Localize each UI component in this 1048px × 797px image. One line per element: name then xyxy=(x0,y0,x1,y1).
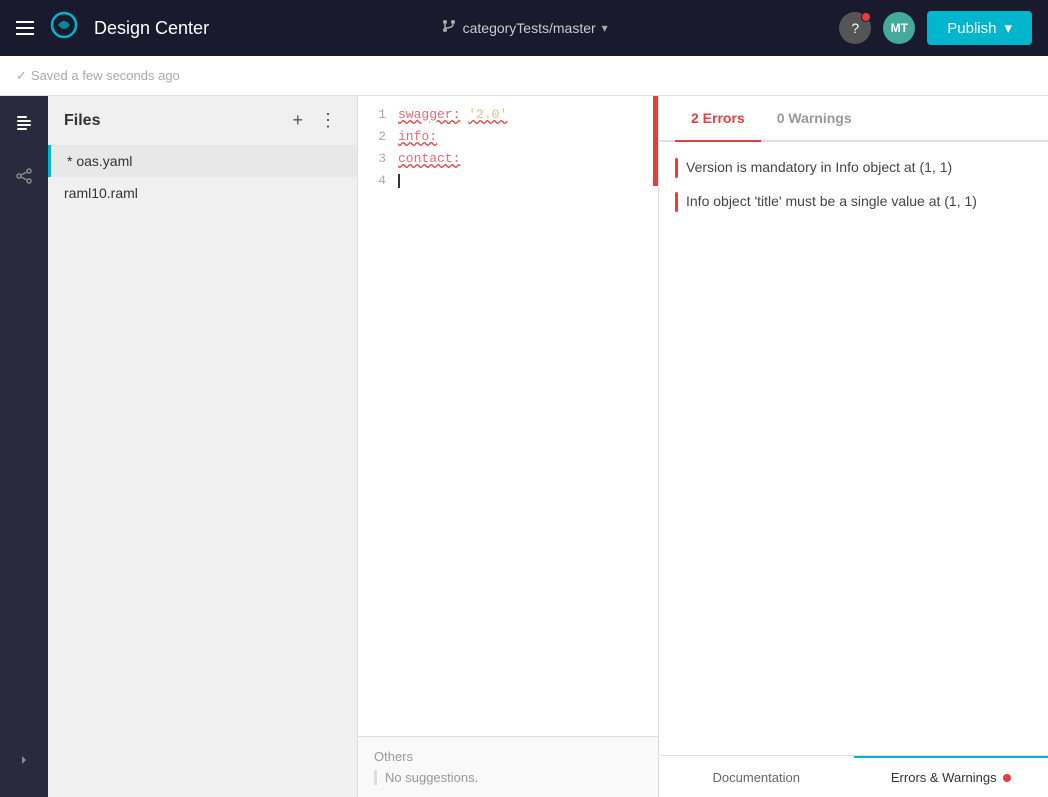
notification-dot xyxy=(861,12,871,22)
no-suggestions-text: No suggestions. xyxy=(374,770,642,785)
line-content-3: contact: xyxy=(398,148,658,170)
error-text-2: Info object 'title' must be a single val… xyxy=(686,192,977,212)
bottom-tabs: Documentation Errors & Warnings xyxy=(659,755,1048,797)
line-content-1: swagger: '2.0' xyxy=(398,104,658,126)
files-title: Files xyxy=(64,112,100,130)
suggestions-panel: Others No suggestions. xyxy=(358,736,658,797)
navbar-right: ? MT Publish ▾ xyxy=(839,11,1032,45)
error-bar-left-2 xyxy=(675,192,678,212)
code-value-swagger: '2.0' xyxy=(468,107,507,122)
file-item-oas[interactable]: * oas.yaml xyxy=(48,145,357,177)
branch-chevron-icon: ▾ xyxy=(602,21,608,35)
error-item-2: Info object 'title' must be a single val… xyxy=(675,192,1032,212)
app-title: Design Center xyxy=(94,18,209,39)
navbar: Design Center categoryTests/master ▾ ? M… xyxy=(0,0,1048,56)
right-panel-content: Version is mandatory in Info object at (… xyxy=(659,142,1048,755)
code-editor[interactable]: 1 swagger: '2.0' 2 info: 3 conta xyxy=(358,96,658,736)
bottom-tab-errors-warnings[interactable]: Errors & Warnings xyxy=(854,756,1048,797)
line-number-2: 2 xyxy=(358,126,398,148)
right-panel-tabs: 2 Errors 0 Warnings xyxy=(659,96,1048,142)
more-options-button[interactable]: ⋮ xyxy=(315,108,341,133)
sidebar-icon-files[interactable] xyxy=(8,108,40,140)
code-key-info: info: xyxy=(398,129,437,144)
errors-dot xyxy=(1003,774,1011,782)
file-panel: Files + ⋮ * oas.yaml raml10.raml xyxy=(48,96,358,797)
sidebar-icon-collapse[interactable] xyxy=(16,752,32,773)
menu-icon[interactable] xyxy=(16,21,34,35)
check-icon: ✓ xyxy=(16,68,27,84)
line-content-4 xyxy=(398,170,658,192)
add-file-button[interactable]: + xyxy=(288,108,307,133)
suggestions-title: Others xyxy=(374,749,642,764)
code-key-swagger: swagger: xyxy=(398,107,460,122)
publish-chevron-icon: ▾ xyxy=(1004,19,1012,37)
tab-errors[interactable]: 2 Errors xyxy=(675,96,761,142)
line-number-3: 3 xyxy=(358,148,398,170)
help-button[interactable]: ? xyxy=(839,12,871,44)
code-line-1: 1 swagger: '2.0' xyxy=(358,104,658,126)
tab-warnings[interactable]: 0 Warnings xyxy=(761,96,868,142)
editor-area[interactable]: 1 swagger: '2.0' 2 info: 3 conta xyxy=(358,96,658,797)
code-line-3: 3 contact: xyxy=(358,148,658,170)
avatar[interactable]: MT xyxy=(883,12,915,44)
branch-icon xyxy=(441,18,457,39)
sub-header: ✓ Saved a few seconds ago xyxy=(0,56,1048,96)
file-list: * oas.yaml raml10.raml xyxy=(48,145,357,797)
file-panel-header: Files + ⋮ xyxy=(48,96,357,145)
code-key-contact: contact: xyxy=(398,151,460,166)
branch-name: categoryTests/master xyxy=(463,20,596,36)
file-name-oas: * oas.yaml xyxy=(67,153,132,169)
line-number-4: 4 xyxy=(358,170,398,192)
text-cursor xyxy=(398,174,400,188)
error-text-1: Version is mandatory in Info object at (… xyxy=(686,158,952,178)
bottom-tab-documentation[interactable]: Documentation xyxy=(659,756,854,797)
code-line-2: 2 info: xyxy=(358,126,658,148)
file-panel-actions: + ⋮ xyxy=(288,108,341,133)
logo-icon xyxy=(50,11,78,46)
publish-button[interactable]: Publish ▾ xyxy=(927,11,1032,45)
code-line-4: 4 xyxy=(358,170,658,192)
right-panel: 2 Errors 0 Warnings Version is mandatory… xyxy=(658,96,1048,797)
save-status: ✓ Saved a few seconds ago xyxy=(16,68,180,84)
main-layout: Files + ⋮ * oas.yaml raml10.raml 1 swagg xyxy=(0,96,1048,797)
sidebar-icon-graph[interactable] xyxy=(8,160,40,192)
branch-selector[interactable]: categoryTests/master ▾ xyxy=(221,18,827,39)
error-item-1: Version is mandatory in Info object at (… xyxy=(675,158,1032,178)
line-number-1: 1 xyxy=(358,104,398,126)
file-item-raml[interactable]: raml10.raml xyxy=(48,177,357,209)
error-bar-left-1 xyxy=(675,158,678,178)
file-name-raml: raml10.raml xyxy=(64,185,138,201)
line-content-2: info: xyxy=(398,126,658,148)
sidebar-icons xyxy=(0,96,48,797)
